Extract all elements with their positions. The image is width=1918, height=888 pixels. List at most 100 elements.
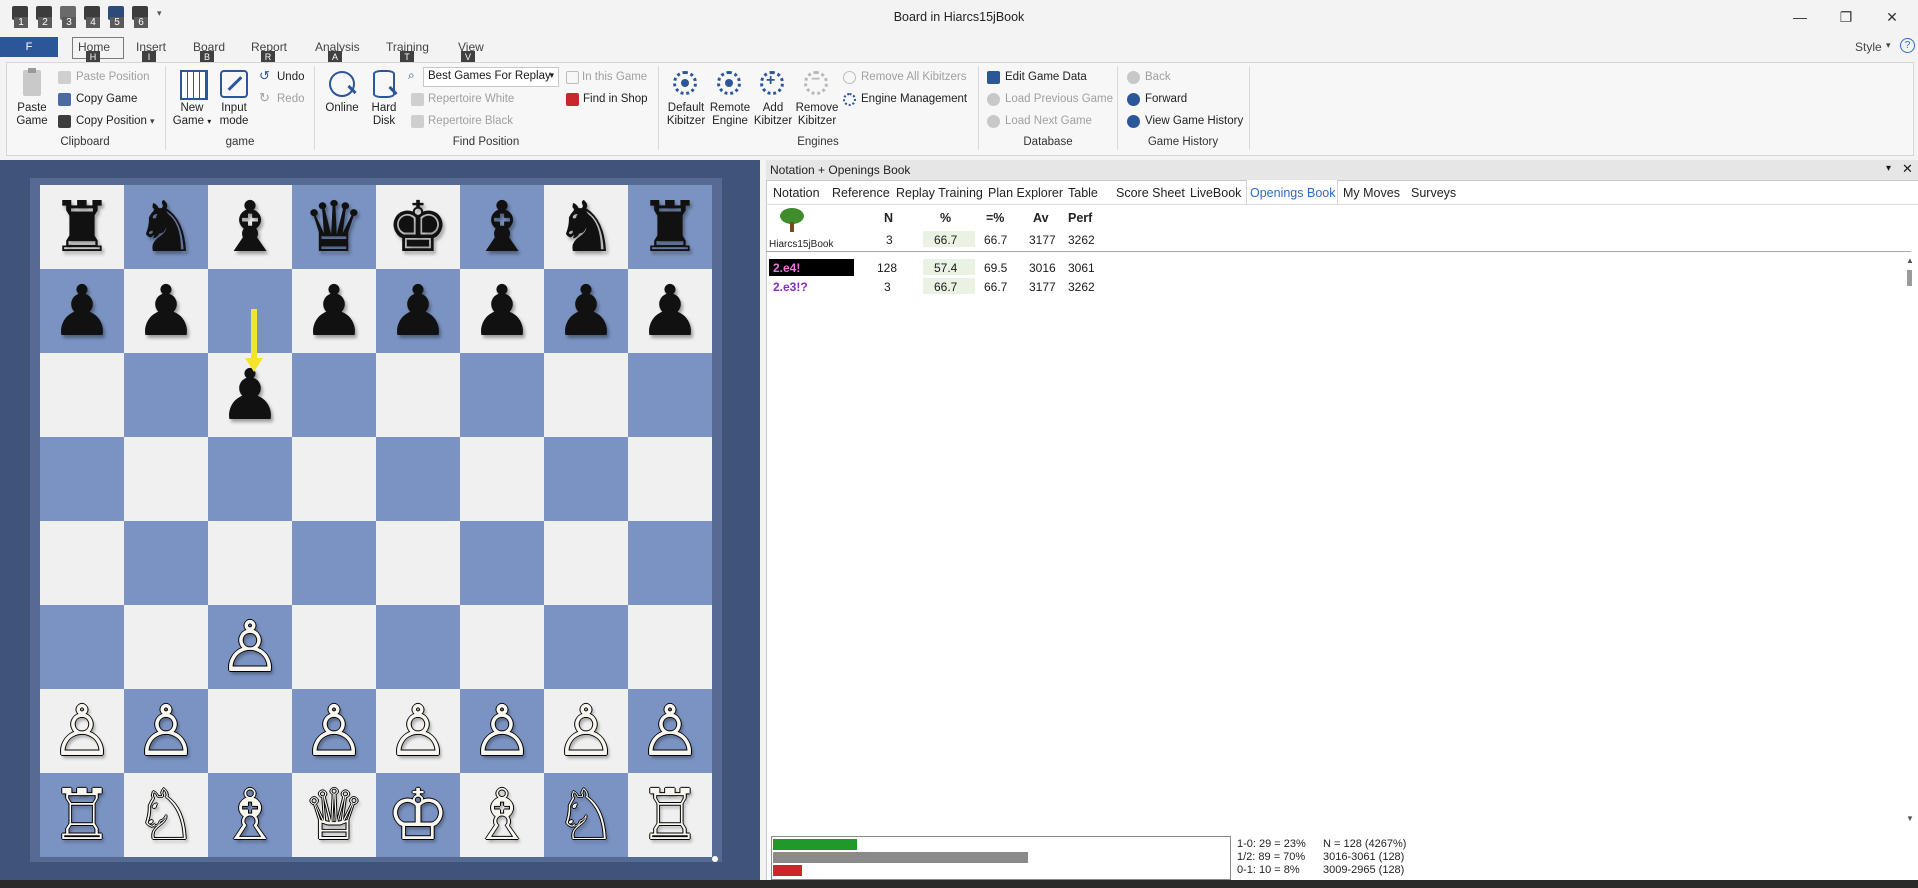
square-f2[interactable]: ♙ [460,689,544,773]
square-g1[interactable]: ♘ [544,773,628,857]
tab-openings-book[interactable]: Openings Book [1250,186,1335,200]
tab-reference[interactable]: Reference [832,186,890,200]
square-e7[interactable]: ♟ [376,269,460,353]
square-f6[interactable] [460,353,544,437]
square-c8[interactable]: ♝ [208,185,292,269]
chess-piece[interactable]: ♟ [135,270,198,352]
input-mode-button[interactable]: Input mode [214,68,254,128]
square-c4[interactable] [208,521,292,605]
tab-replay-training[interactable]: Replay Training [896,186,983,200]
remote-engine-button[interactable]: Remote Engine [708,68,752,128]
chess-piece[interactable]: ♛ [303,186,366,268]
square-b7[interactable]: ♟ [124,269,208,353]
square-h2[interactable]: ♙ [628,689,712,773]
square-g5[interactable] [544,437,628,521]
square-h1[interactable]: ♖ [628,773,712,857]
square-d8[interactable]: ♛ [292,185,376,269]
square-c1[interactable]: ♗ [208,773,292,857]
square-d5[interactable] [292,437,376,521]
square-d2[interactable]: ♙ [292,689,376,773]
chess-piece[interactable]: ♙ [51,690,114,772]
book-scrollbar[interactable]: ▲ ▼ [1904,256,1916,826]
remove-all-kibitzers-button[interactable]: Remove All Kibitzers [861,71,966,83]
online-button[interactable]: Online [322,68,362,115]
square-a1[interactable]: ♖ [40,773,124,857]
square-d7[interactable]: ♟ [292,269,376,353]
panel-close-icon[interactable]: ✕ [1902,161,1913,177]
square-f7[interactable]: ♟ [460,269,544,353]
square-a5[interactable] [40,437,124,521]
chess-piece[interactable]: ♙ [387,690,450,772]
square-c7[interactable] [208,269,292,353]
book-row[interactable]: 2.e3!? 3 66.7 66.7 3177 3262 [769,278,1899,296]
square-d4[interactable] [292,521,376,605]
square-h6[interactable] [628,353,712,437]
scroll-up-icon[interactable]: ▲ [1906,256,1914,265]
chess-piece[interactable]: ♟ [387,270,450,352]
square-d1[interactable]: ♕ [292,773,376,857]
square-g6[interactable] [544,353,628,437]
tab-surveys[interactable]: Surveys [1411,186,1456,200]
square-c5[interactable] [208,437,292,521]
chess-piece[interactable]: ♚ [387,186,450,268]
chess-piece[interactable]: ♘ [135,774,198,856]
copy-position-chevron-icon[interactable]: ▾ [150,116,155,127]
chess-piece[interactable]: ♘ [555,774,618,856]
chess-board[interactable]: ♜ ♞ ♝ ♛ ♚ ♝ ♞ ♜ ♟ ♟ ♟ ♟ ♟ ♟ ♟ ♟ ♙ ♙ ♙ ♙ ♙ ♙ ♙ ♙ ♖ ♘ ♗ ♕ ♔ ♗ ♘ ♖ [40,185,712,857]
square-f8[interactable]: ♝ [460,185,544,269]
scroll-thumb[interactable] [1907,270,1912,286]
tab-score-sheet[interactable]: Score Sheet [1116,186,1185,200]
chess-piece[interactable]: ♖ [639,774,702,856]
chess-piece[interactable]: ♕ [303,774,366,856]
chess-piece[interactable]: ♙ [303,690,366,772]
paste-game-button[interactable]: Paste Game [12,68,52,128]
chess-piece[interactable]: ♗ [219,774,282,856]
repertoire-white-button[interactable]: Repertoire White [428,93,514,105]
repertoire-black-button[interactable]: Repertoire Black [428,115,513,127]
square-a3[interactable] [40,605,124,689]
square-h5[interactable] [628,437,712,521]
board-resize-handle[interactable] [712,856,718,862]
close-button[interactable]: ✕ [1872,6,1912,28]
square-g8[interactable]: ♞ [544,185,628,269]
copy-game-button[interactable]: Copy Game [76,93,137,105]
tab-plan-explorer[interactable]: Plan Explorer [988,186,1063,200]
square-g4[interactable] [544,521,628,605]
tab-notation[interactable]: Notation [773,186,820,200]
square-a4[interactable] [40,521,124,605]
panel-menu-chevron-icon[interactable]: ▾ [1886,163,1891,174]
square-b5[interactable] [124,437,208,521]
square-h7[interactable]: ♟ [628,269,712,353]
chess-piece[interactable]: ♟ [51,270,114,352]
square-b3[interactable] [124,605,208,689]
copy-position-button[interactable]: Copy Position [76,115,147,127]
square-e1[interactable]: ♔ [376,773,460,857]
find-in-shop-button[interactable]: Find in Shop [583,93,648,105]
square-b4[interactable] [124,521,208,605]
square-c3[interactable]: ♙ [208,605,292,689]
load-previous-game-button[interactable]: Load Previous Game [1005,93,1113,105]
square-g2[interactable]: ♙ [544,689,628,773]
style-menu[interactable]: Style [1855,40,1882,54]
chess-piece[interactable]: ♟ [555,270,618,352]
replay-games-dropdown[interactable]: Best Games For Replay ▾ [423,67,559,87]
square-e5[interactable] [376,437,460,521]
square-h8[interactable]: ♜ [628,185,712,269]
chess-piece[interactable]: ♞ [555,186,618,268]
hard-disk-button[interactable]: Hard Disk [364,68,404,128]
square-h4[interactable] [628,521,712,605]
square-b8[interactable]: ♞ [124,185,208,269]
default-kibitzer-button[interactable]: Default Kibitzer [664,68,708,128]
square-f3[interactable] [460,605,544,689]
chess-piece[interactable]: ♝ [471,186,534,268]
chess-piece[interactable]: ♜ [639,186,702,268]
restore-button[interactable]: ❐ [1826,6,1866,28]
style-chevron-icon[interactable]: ▾ [1886,40,1891,51]
view-game-history-button[interactable]: View Game History [1145,115,1243,127]
undo-button[interactable]: Undo [277,71,305,83]
engine-management-button[interactable]: Engine Management [861,93,967,105]
chess-piece[interactable]: ♝ [219,186,282,268]
help-icon[interactable]: ? [1900,38,1915,53]
file-tab[interactable]: F [0,37,58,57]
square-e4[interactable] [376,521,460,605]
